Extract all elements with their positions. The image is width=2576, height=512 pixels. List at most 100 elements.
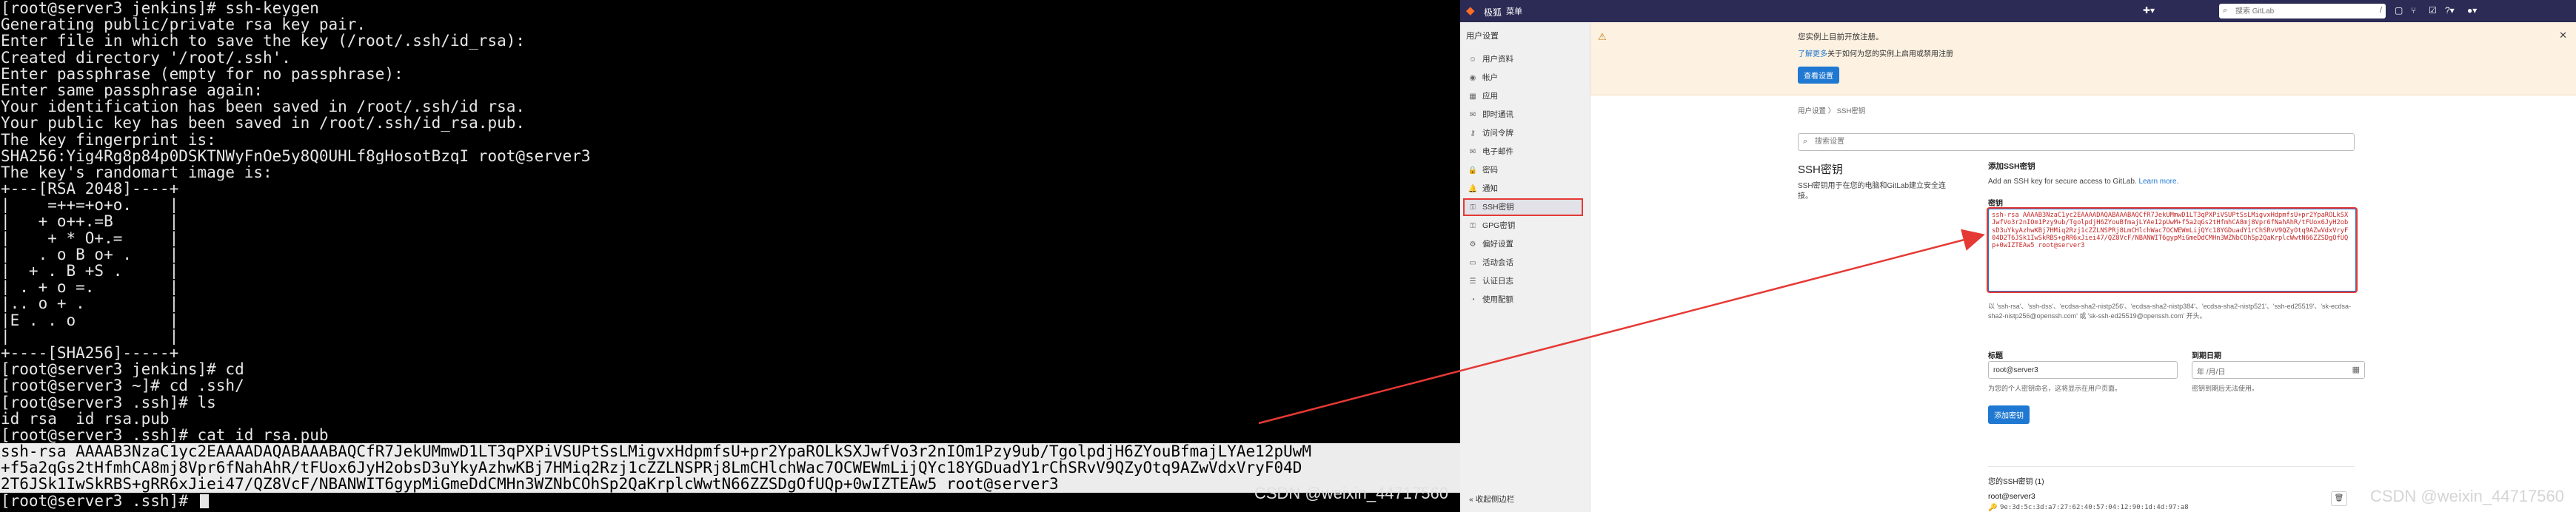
terminal-line: Your identification has been saved in /r… [1, 98, 526, 115]
ssh-key-fingerprint: 9e:3d:5c:3d:a7:27:62:40:57:04:12:90:1d:4… [2000, 504, 2189, 511]
expires-date-field[interactable]: 年 /月/日 ▦ [2192, 361, 2365, 379]
sidebar-item[interactable]: ☺ 用户资料 [1465, 52, 1582, 67]
sidebar-item[interactable]: 🔒 密码 [1465, 163, 1582, 178]
email-icon: ✉ [1469, 148, 1476, 156]
key-icon: 🔑 [1988, 504, 1998, 512]
terminal-line: [root@server3 .ssh]# [0, 493, 1460, 509]
global-search[interactable]: ⌕ / [2219, 4, 2386, 18]
title-field[interactable] [1988, 361, 2178, 379]
terminal-line: [root@server3 .ssh]# ls [1, 394, 216, 411]
close-icon[interactable]: ✕ [2559, 30, 2567, 41]
terminal-line: |.. o + . | [1, 295, 179, 312]
section-description: SSH密钥用于在您的电脑和GitLab建立安全连接。 [1798, 182, 1947, 201]
applications-icon: ▦ [1469, 92, 1476, 101]
chat-icon: ✉ [1469, 111, 1476, 119]
view-settings-button[interactable]: 查看设置 [1798, 67, 1839, 84]
sidebar-item[interactable]: ◔ 使用配额 [1465, 292, 1582, 307]
terminal-line: Your public key has been saved in /root/… [1, 115, 526, 132]
sidebar-item[interactable]: ☰ 认证日志 [1465, 274, 1582, 289]
section-title: SSH密钥 [1798, 164, 1843, 176]
sidebar-item[interactable]: ⚷ 访问令牌 [1465, 126, 1582, 141]
merge-requests-icon[interactable]: ⑂ [2411, 5, 2416, 16]
sidebar-item-label: 电子邮件 [1482, 147, 1513, 156]
add-key-button[interactable]: 添加密钥 [1988, 405, 2030, 424]
sidebar-item[interactable]: ▭ 活动会话 [1465, 255, 1582, 270]
account-icon: ◉ [1469, 74, 1476, 82]
terminal-line: | + . B +S . | [1, 263, 179, 280]
delete-key-button[interactable]: 🗑 [2331, 491, 2347, 506]
collapse-sidebar-button[interactable]: « 收起侧边栏 [1469, 494, 1514, 505]
terminal-window[interactable]: [root@server3 jenkins]# ssh-keygen Genera… [0, 0, 1460, 512]
global-search-input[interactable] [2235, 4, 2369, 18]
search-settings-input[interactable] [1815, 135, 2333, 149]
calendar-icon[interactable]: ▦ [2352, 365, 2360, 374]
terminal-line: SHA256:Yig4Rg8p84p0DSKTNWyFnOe5y8Q0UHLf8… [1, 147, 591, 164]
search-settings-box[interactable]: ⌕ [1798, 133, 2355, 151]
sidebar-item-label: 即时通讯 [1482, 110, 1513, 119]
terminal-line: Enter passphrase (empty for no passphras… [1, 65, 404, 82]
brand-name[interactable]: 极狐 [1484, 6, 1502, 18]
sidebar-item[interactable]: ✉ 电子邮件 [1465, 144, 1582, 159]
sidebar-item-label: 认证日志 [1482, 277, 1513, 286]
gitlab-window: ◆ 极狐 菜单 ✚▾ ⌕ / ▢ ⑂ ☑ ?▾ ●▾ 用户设置 ☺ 用户资料 ◉ 帐户… [1460, 0, 2576, 512]
banner-text-rest: 关于如何为您的实例上启用或禁用注册 [1827, 50, 1953, 58]
learn-more-link[interactable]: Learn more. [2138, 178, 2178, 186]
terminal-line: Enter file in which to save the key (/ro… [1, 33, 526, 50]
terminal-line: Created directory '/root/.ssh'. [1, 49, 291, 66]
top-navbar: ◆ 极狐 菜单 ✚▾ ⌕ / ▢ ⑂ ☑ ?▾ ●▾ [1460, 0, 2576, 22]
breadcrumb[interactable]: 用户设置 〉 SSH密钥 [1798, 105, 1865, 115]
sidebar-header[interactable]: 用户设置 [1466, 30, 1499, 41]
main-content: ⚠ 您实例上目前开放注册。 了解更多关于如何为您的实例上启用或禁用注册 查看设置… [1590, 22, 2576, 512]
preferences-icon: ⚙ [1469, 240, 1476, 249]
usage-icon: ◔ [1470, 296, 1476, 304]
avatar[interactable]: ●▾ [2467, 5, 2477, 16]
sidebar-item[interactable]: ◉ 帐户 [1465, 70, 1582, 85]
help-icon[interactable]: ?▾ [2445, 5, 2455, 16]
terminal-line: | + o++.=B | [1, 213, 179, 230]
sidebar-item-label: 偏好设置 [1482, 240, 1513, 249]
terminal-line: id_rsa id_rsa.pub [1, 410, 170, 427]
menu-button[interactable]: 菜单 [1506, 5, 1522, 17]
todos-icon[interactable]: ☑ [2429, 5, 2437, 16]
terminal-line: | . + o =. | [1, 279, 179, 296]
banner-text: 了解更多关于如何为您的实例上启用或禁用注册 [1798, 47, 1953, 58]
sidebar-item-label: 用户资料 [1482, 55, 1513, 64]
search-icon: ⌕ [1803, 137, 1808, 146]
sidebar-item[interactable]: ✉ 即时通讯 [1465, 107, 1582, 122]
terminal-line: | . o B o+ . | [1, 246, 179, 263]
sidebar-item[interactable]: ⚙ 偏好设置 [1465, 237, 1582, 252]
key-icon: ⚿ [1470, 222, 1476, 230]
watermark: CSDN @weixin_44717560 [2369, 487, 2564, 505]
terminal-line: Generating public/private rsa key pair. [1, 16, 367, 33]
title-field-label: 标题 [1988, 352, 2003, 360]
issues-icon[interactable]: ▢ [2395, 5, 2403, 16]
add-key-description: Add an SSH key for secure access to GitL… [1988, 178, 2178, 186]
terminal-line: |E . . o | [1, 311, 179, 329]
terminal-line: ssh-rsa AAAAB3NzaC1yc2EAAAADAQABAAABAQCf… [0, 443, 1460, 460]
sidebar-item[interactable]: ⚿ GPG密钥 [1465, 218, 1582, 233]
terminal-line: 2T6JSk1IwSkRBS+gRR6xJiei47/QZ8VcF/NBANWI… [0, 476, 1460, 493]
ssh-key-row[interactable]: root@server3 🔑 9e:3d:5c:3d:a7:27:62:40:5… [1988, 490, 2355, 512]
terminal-line: The key fingerprint is: [1, 131, 216, 148]
sidebar-item[interactable]: ⚿ SSH密钥 [1463, 198, 1583, 216]
registration-banner: ⚠ 您实例上目前开放注册。 了解更多关于如何为您的实例上启用或禁用注册 查看设置… [1590, 22, 2576, 95]
user-icon: ☺ [1468, 55, 1477, 64]
key-textarea[interactable]: ssh-rsa AAAAB3NzaC1yc2EAAAADAQABAAABAQCf… [1988, 209, 2356, 292]
sidebar-item[interactable]: ▦ 应用 [1465, 89, 1582, 104]
terminal-line: The key's randomart image is: [1, 164, 272, 181]
ssh-key-name[interactable]: root@server3 [1988, 492, 2035, 501]
key-field-label: 密钥 [1988, 200, 2003, 208]
watermark: CSDN @weixin_44717560 [1254, 484, 1448, 502]
terminal-line: [root@server3 jenkins]# cd [1, 361, 244, 378]
search-icon: ⌕ [2223, 6, 2228, 15]
sidebar-item-label: 使用配额 [1482, 295, 1513, 304]
sidebar-item-label: 通知 [1482, 184, 1498, 193]
sidebar-item[interactable]: 🔔 通知 [1465, 181, 1582, 196]
divider [1988, 466, 2355, 467]
sidebar-item-label: GPG密钥 [1482, 221, 1516, 230]
terminal-line: +f5a2qGs2tHfmhCA8mj8Vpr6fNahAhR/tFUox6Jy… [0, 459, 1460, 476]
key-icon: ⚿ [1470, 203, 1476, 212]
gitlab-logo-icon[interactable]: ◆ [1466, 5, 1478, 17]
learn-more-link[interactable]: 了解更多 [1798, 50, 1827, 58]
new-dropdown-icon[interactable]: ✚▾ [2143, 5, 2155, 16]
